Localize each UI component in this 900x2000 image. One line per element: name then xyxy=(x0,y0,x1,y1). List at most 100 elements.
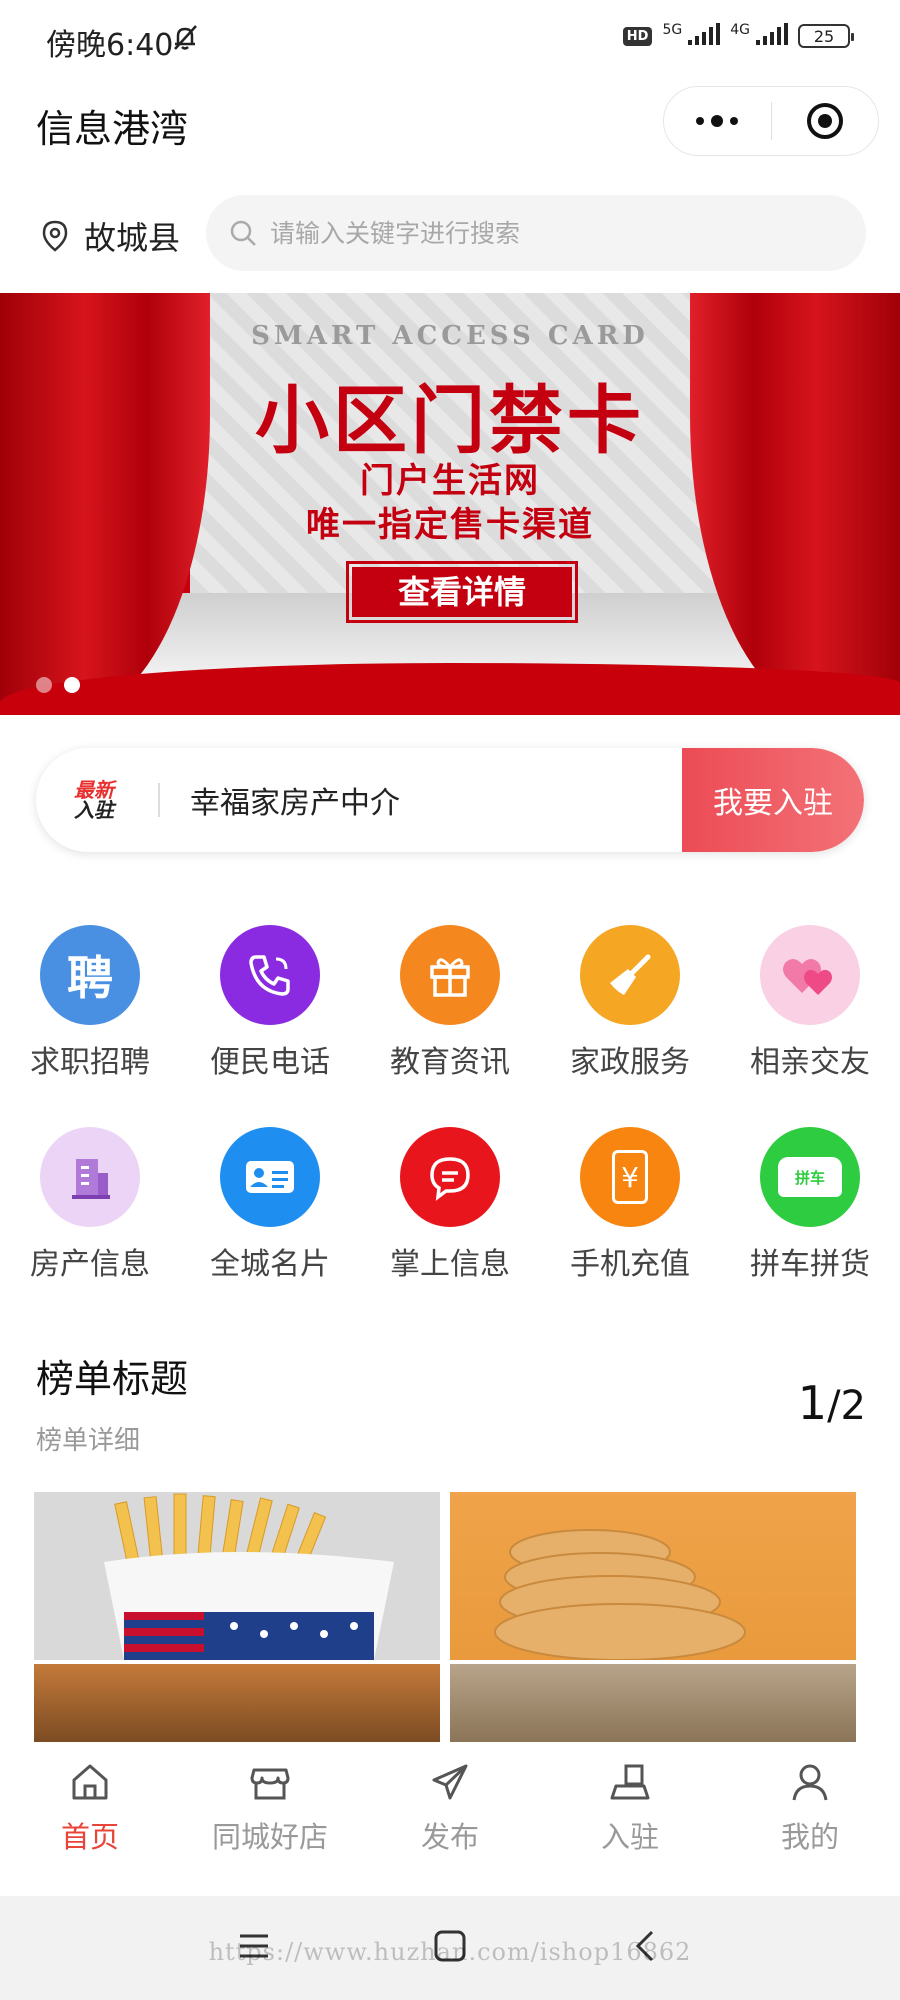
watermark-text: https://www.huzhan.com/ishop16862 xyxy=(208,1938,692,1966)
search-icon xyxy=(230,220,256,246)
category-phone[interactable]: 便民电话 xyxy=(180,925,360,1081)
category-label: 拼车拼货 xyxy=(750,1247,870,1282)
more-dot-icon xyxy=(730,117,739,125)
pager-total: 2 xyxy=(840,1383,866,1429)
ranking-subtitle: 榜单详细 xyxy=(36,1426,141,1456)
app-header: 信息港湾 xyxy=(0,80,900,190)
network-4g-label: 4G xyxy=(730,22,750,38)
category-label: 相亲交友 xyxy=(750,1045,870,1080)
category-carpool[interactable]: 拼车 拼车拼货 xyxy=(720,1127,900,1283)
phone-icon xyxy=(220,925,320,1025)
banner-details-button[interactable]: 查看详情 xyxy=(346,561,578,623)
city-label: 故城县 xyxy=(84,219,181,257)
battery-icon: 25 xyxy=(798,24,854,48)
category-mobile-info[interactable]: 掌上信息 xyxy=(360,1127,540,1283)
tab-publish[interactable]: 发布 xyxy=(360,1744,540,1896)
category-label: 家政服务 xyxy=(570,1045,690,1080)
category-education[interactable]: 教育资讯 xyxy=(360,925,540,1081)
close-target-button[interactable] xyxy=(772,87,879,155)
category-label: 手机充值 xyxy=(570,1247,690,1282)
banner-details-label: 查看详情 xyxy=(352,567,572,617)
burger-image[interactable] xyxy=(34,1664,440,1742)
banner-line-1: 门户生活网 xyxy=(360,461,540,501)
location-search-row: 故城县 xyxy=(0,195,900,275)
tab-home[interactable]: 首页 xyxy=(0,1744,180,1896)
car-shape: 拼车 xyxy=(778,1157,842,1197)
tab-label: 我的 xyxy=(780,1820,839,1854)
user-icon xyxy=(792,1764,828,1801)
carousel-dot[interactable] xyxy=(36,677,52,693)
carousel-indicator xyxy=(36,677,80,693)
chips-image[interactable] xyxy=(450,1492,856,1660)
chat-icon xyxy=(400,1127,500,1227)
recharge-phone-shape: ¥ xyxy=(612,1150,648,1204)
pager-current: 1 xyxy=(797,1376,828,1430)
building-icon xyxy=(40,1127,140,1227)
sweets-image[interactable] xyxy=(450,1664,856,1742)
status-time: 傍晚6:40 xyxy=(46,28,174,63)
shop-icon xyxy=(250,1768,290,1800)
category-label: 全城名片 xyxy=(210,1247,330,1282)
recharge-icon: ¥ xyxy=(580,1127,680,1227)
tab-shops[interactable]: 同城好店 xyxy=(180,1744,360,1896)
category-housekeeping[interactable]: 家政服务 xyxy=(540,925,720,1081)
banner-line-2: 唯一指定售卡渠道 xyxy=(306,505,594,545)
ranking-images xyxy=(34,1492,868,1742)
category-label: 教育资讯 xyxy=(390,1045,510,1080)
category-label: 掌上信息 xyxy=(390,1247,510,1282)
category-realestate[interactable]: 房产信息 xyxy=(0,1127,180,1283)
notice-text[interactable]: 幸福家房产中介 xyxy=(190,778,682,822)
more-button[interactable] xyxy=(664,87,771,155)
signal-icon-2 xyxy=(754,22,788,50)
more-dot-icon xyxy=(711,115,724,127)
network-5g-label: 5G xyxy=(662,22,683,38)
category-label: 房产信息 xyxy=(30,1247,150,1282)
notice-divider xyxy=(158,783,160,817)
promo-banner[interactable]: SMART ACCESS CARD 小区门禁卡 门户生活网 唯一指定售卡渠道 查… xyxy=(0,293,900,715)
gift-icon xyxy=(400,925,500,1025)
signal-icon xyxy=(686,22,721,50)
newest-join-notice: 最新 入驻 幸福家房产中介 我要入驻 xyxy=(36,748,864,852)
recruit-icon-glyph: 聘 xyxy=(67,951,113,1005)
carousel-dot-active[interactable] xyxy=(64,677,80,693)
status-indicators: HD 5G 4G 25 xyxy=(622,22,854,50)
location-selector[interactable]: 故城县 xyxy=(40,213,180,259)
ranking-title: 榜单标题 xyxy=(36,1357,189,1401)
mute-bell-icon xyxy=(170,22,200,56)
tab-label: 发布 xyxy=(420,1820,479,1854)
search-input[interactable] xyxy=(270,218,830,248)
recruit-icon: 聘 xyxy=(40,925,140,1025)
tab-join[interactable]: 入驻 xyxy=(540,1744,720,1896)
join-button[interactable]: 我要入驻 xyxy=(682,748,864,852)
bottom-tab-bar: 首页 同城好店 发布 入驻 我的 xyxy=(0,1744,900,1896)
banner-title: 小区门禁卡 xyxy=(255,378,645,464)
category-recruit[interactable]: 聘 求职招聘 xyxy=(0,925,180,1081)
page-title: 信息港湾 xyxy=(36,107,189,151)
location-pin-icon xyxy=(42,220,68,252)
status-bar: 傍晚6:40 HD 5G 4G 25 xyxy=(0,0,900,80)
target-icon xyxy=(806,103,843,139)
tab-mine[interactable]: 我的 xyxy=(720,1744,900,1896)
fries-image[interactable] xyxy=(34,1492,440,1660)
category-label: 便民电话 xyxy=(210,1045,330,1080)
category-recharge[interactable]: ¥ 手机充值 xyxy=(540,1127,720,1283)
broom-icon xyxy=(580,925,680,1025)
search-bar[interactable] xyxy=(206,195,866,271)
ranking-pager: 1/2 xyxy=(797,1376,866,1430)
hd-badge: HD xyxy=(622,26,653,46)
category-grid: 聘 求职招聘 便民电话 教育资讯 家政服务 相亲交友 房产信息 全城名片 掌上信… xyxy=(0,925,900,1283)
category-label: 求职招聘 xyxy=(30,1045,150,1080)
mini-program-capsule xyxy=(663,86,879,156)
join-icon xyxy=(610,1764,650,1800)
hearts-icon xyxy=(760,925,860,1025)
banner-subtitle: SMART ACCESS CARD xyxy=(251,321,649,351)
badge-bottom-text: 入驻 xyxy=(74,798,114,822)
category-dating[interactable]: 相亲交友 xyxy=(720,925,900,1081)
newest-join-badge: 最新 入驻 xyxy=(74,780,158,820)
card-icon xyxy=(220,1127,320,1227)
tab-label: 入驻 xyxy=(600,1820,659,1854)
more-dot-icon xyxy=(696,117,705,125)
category-business-card[interactable]: 全城名片 xyxy=(180,1127,360,1283)
badge-top-text: 最新 xyxy=(74,778,114,802)
car-icon: 拼车 xyxy=(760,1127,860,1227)
